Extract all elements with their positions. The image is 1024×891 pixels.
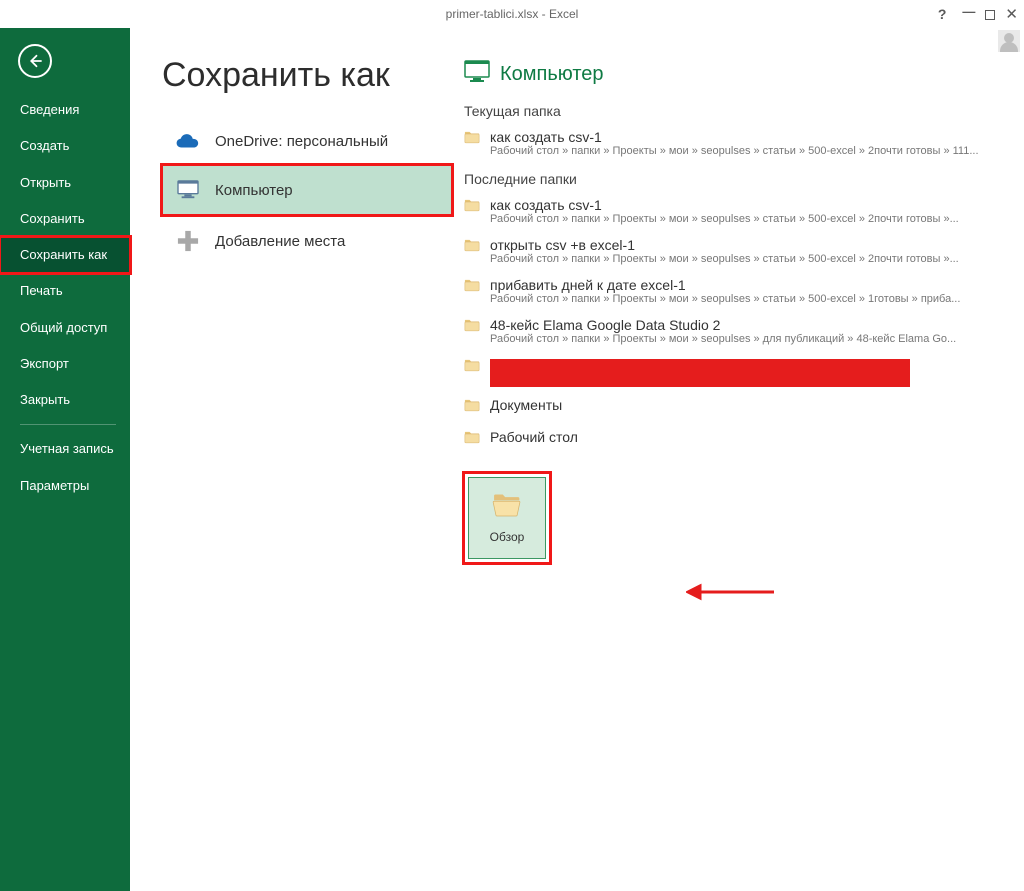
- sidebar-item-open[interactable]: Открыть: [0, 165, 130, 201]
- browse-label: Обзор: [490, 530, 525, 544]
- recent-folder-item[interactable]: открыть csv +в excel-1Рабочий стол » пап…: [464, 233, 1014, 273]
- location-computer[interactable]: Компьютер: [162, 165, 452, 215]
- recent-folders-heading: Последние папки: [464, 171, 1014, 187]
- location-onedrive-label: OneDrive: персональный: [215, 133, 388, 150]
- recent-folder-item[interactable]: прибавить дней к дате excel-1Рабочий сто…: [464, 273, 1014, 313]
- location-computer-label: Компьютер: [215, 182, 293, 199]
- sidebar-item-info[interactable]: Сведения: [0, 92, 130, 128]
- sidebar-item-close[interactable]: Закрыть: [0, 382, 130, 418]
- folder-name: как создать csv-1: [490, 129, 1014, 145]
- backstage-sidebar: Сведения Создать Открыть Сохранить Сохра…: [0, 28, 130, 891]
- monitor-icon: [464, 60, 490, 89]
- title-bar: primer-tablici.xlsx - Excel ? — ✕: [0, 0, 1024, 28]
- restore-button[interactable]: [985, 10, 995, 20]
- folder-icon: [464, 399, 480, 417]
- folder-icon: [464, 279, 480, 297]
- sidebar-item-export[interactable]: Экспорт: [0, 346, 130, 382]
- right-header-label: Компьютер: [500, 63, 604, 86]
- plus-icon: [175, 230, 201, 252]
- folder-icon: [464, 131, 480, 149]
- current-folder-item[interactable]: как создать csv-1 Рабочий стол » папки »…: [464, 125, 1014, 165]
- folder-icon: [464, 431, 480, 449]
- annotation-arrow-icon: [686, 583, 776, 601]
- folder-icon: [464, 359, 480, 377]
- recent-folder-item-redacted[interactable]: [464, 353, 1014, 393]
- recent-folder-item[interactable]: как создать csv-1Рабочий стол » папки » …: [464, 193, 1014, 233]
- sidebar-item-print[interactable]: Печать: [0, 273, 130, 309]
- recent-folder-item[interactable]: 48-кейс Elama Google Data Studio 2Рабочи…: [464, 313, 1014, 353]
- sidebar-item-new[interactable]: Создать: [0, 128, 130, 164]
- redacted-annotation: [490, 359, 910, 387]
- window-controls: ? — ✕: [938, 0, 1018, 28]
- window-title: primer-tablici.xlsx - Excel: [446, 7, 579, 21]
- cloud-icon: [175, 132, 201, 150]
- close-button[interactable]: ✕: [1005, 7, 1018, 22]
- sidebar-item-options[interactable]: Параметры: [0, 468, 130, 504]
- page-title: Сохранить как: [162, 56, 452, 95]
- monitor-icon: [175, 180, 201, 200]
- sidebar-item-save[interactable]: Сохранить: [0, 201, 130, 237]
- back-arrow-icon: [26, 52, 44, 70]
- simple-folder-desktop[interactable]: Рабочий стол: [464, 425, 1014, 457]
- back-button[interactable]: [18, 44, 52, 78]
- sidebar-item-share[interactable]: Общий доступ: [0, 310, 130, 346]
- location-add-place-label: Добавление места: [215, 233, 345, 250]
- browse-button[interactable]: Обзор: [468, 477, 546, 559]
- minimize-button[interactable]: —: [962, 5, 975, 18]
- folder-path: Рабочий стол » папки » Проекты » мои » s…: [490, 145, 1010, 157]
- folder-open-icon: [492, 493, 522, 522]
- location-add-place[interactable]: Добавление места: [162, 215, 452, 267]
- folder-icon: [464, 239, 480, 257]
- sidebar-item-save-as[interactable]: Сохранить как: [0, 237, 130, 273]
- current-folder-heading: Текущая папка: [464, 103, 1014, 119]
- backstage-content: Сохранить как OneDrive: персональный Ком…: [130, 28, 1024, 891]
- help-icon[interactable]: ?: [938, 7, 947, 21]
- folder-icon: [464, 199, 480, 217]
- right-header: Компьютер: [464, 60, 1014, 89]
- simple-folder-documents[interactable]: Документы: [464, 393, 1014, 425]
- sidebar-separator: [20, 424, 116, 425]
- location-onedrive[interactable]: OneDrive: персональный: [162, 117, 452, 165]
- folder-icon: [464, 319, 480, 337]
- sidebar-item-account[interactable]: Учетная запись: [0, 431, 130, 467]
